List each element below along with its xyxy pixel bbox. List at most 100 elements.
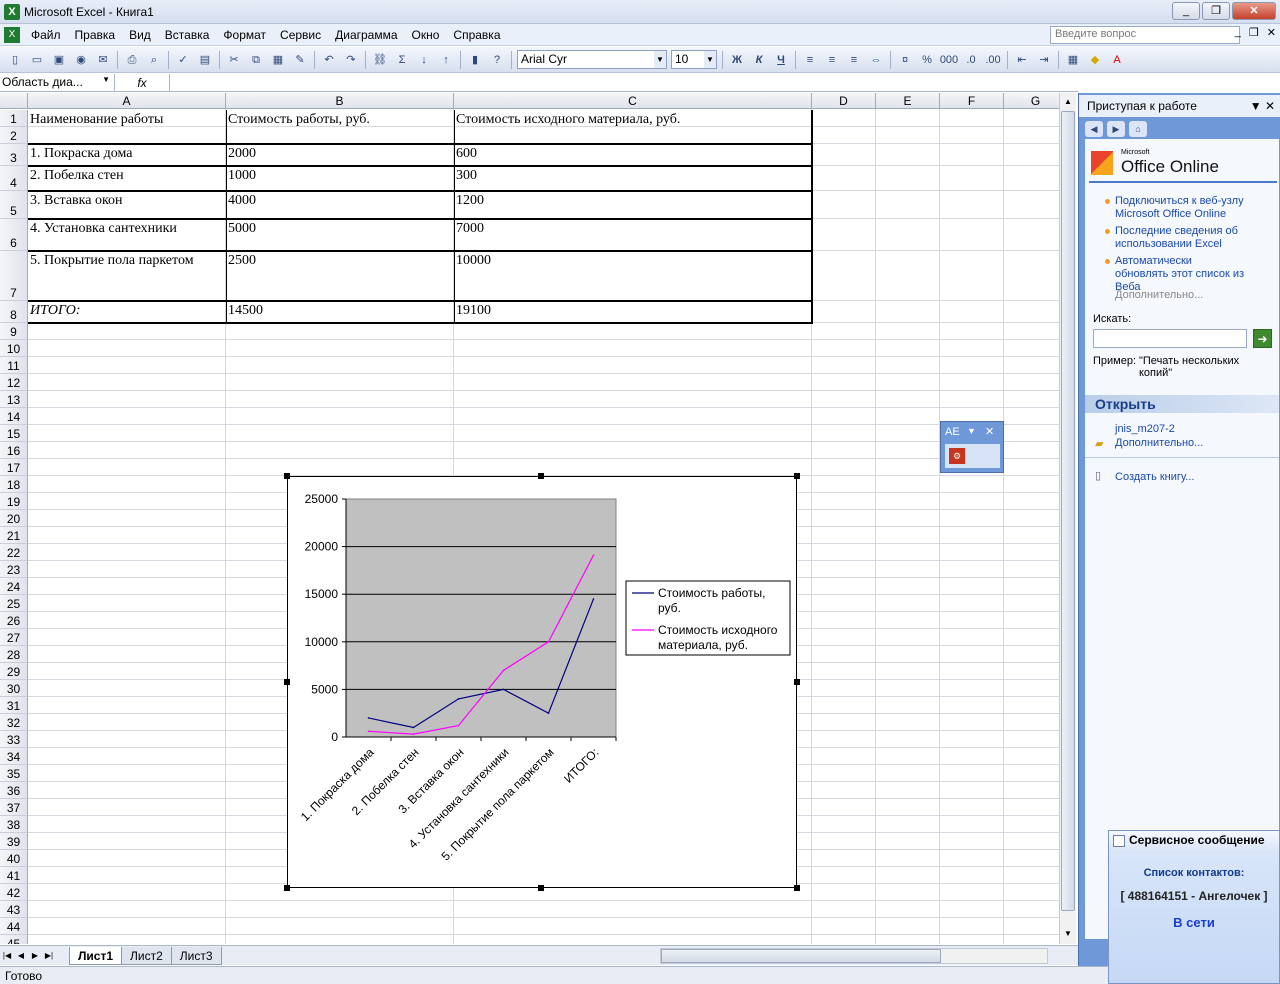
column-header-g[interactable]: G xyxy=(1004,93,1059,109)
scroll-thumb[interactable] xyxy=(1061,111,1075,911)
chart-resize-handle[interactable] xyxy=(794,473,800,479)
table-cell[interactable]: 4000 xyxy=(226,191,454,219)
help-icon[interactable]: ? xyxy=(487,50,507,70)
chevron-down-icon[interactable]: ▼ xyxy=(102,75,110,84)
row-header[interactable]: 14 xyxy=(0,408,28,425)
sort-asc-icon[interactable]: ↓ xyxy=(414,50,434,70)
row-header[interactable]: 45 xyxy=(0,935,28,944)
decrease-indent-icon[interactable]: ⇤ xyxy=(1012,50,1032,70)
menu-edit[interactable]: Правка xyxy=(68,25,123,45)
autosum-icon[interactable]: Σ xyxy=(392,50,412,70)
hscroll-thumb[interactable] xyxy=(661,949,941,963)
row-header[interactable]: 25 xyxy=(0,595,28,612)
chart-resize-handle[interactable] xyxy=(284,473,290,479)
row-header[interactable]: 2 xyxy=(0,127,28,144)
row-header[interactable]: 30 xyxy=(0,680,28,697)
menu-insert[interactable]: Вставка xyxy=(158,25,217,45)
menu-view[interactable]: Вид xyxy=(122,25,158,45)
table-cell[interactable]: 1200 xyxy=(454,191,812,219)
menu-chart[interactable]: Диаграмма xyxy=(328,25,404,45)
doc-restore-icon[interactable]: ❐ xyxy=(1249,26,1259,39)
row-header[interactable]: 35 xyxy=(0,765,28,782)
column-header-f[interactable]: F xyxy=(940,93,1004,109)
table-header-cell[interactable]: Стоимость работы, руб. xyxy=(226,110,454,128)
doc-close-icon[interactable]: ✕ xyxy=(1267,26,1276,39)
close-icon[interactable]: ✕ xyxy=(985,425,994,438)
vertical-scrollbar[interactable]: ▲ ▼ xyxy=(1059,93,1076,944)
decrease-decimal-icon[interactable]: .00 xyxy=(983,50,1003,70)
doc-minimize-icon[interactable]: _ xyxy=(1235,26,1241,39)
table-cell[interactable]: 3. Вставка окон xyxy=(28,191,226,219)
next-sheet-icon[interactable]: ▶ xyxy=(28,951,42,960)
row-header[interactable]: 1 xyxy=(0,110,28,127)
chart-resize-handle[interactable] xyxy=(284,885,290,891)
increase-decimal-icon[interactable]: .0 xyxy=(961,50,981,70)
align-left-icon[interactable]: ≡ xyxy=(800,50,820,70)
chevron-down-icon[interactable]: ▼ xyxy=(967,426,976,436)
close-icon[interactable]: ▼ ✕ xyxy=(1250,95,1275,117)
row-header[interactable]: 37 xyxy=(0,799,28,816)
row-header[interactable]: 16 xyxy=(0,442,28,459)
row-header[interactable]: 21 xyxy=(0,527,28,544)
row-header[interactable]: 3 xyxy=(0,144,28,166)
chevron-down-icon[interactable]: ▼ xyxy=(704,51,716,68)
new-icon[interactable]: ▯ xyxy=(5,50,25,70)
row-header[interactable]: 34 xyxy=(0,748,28,765)
table-header-cell[interactable]: Стоимость исходного материала, руб. xyxy=(454,110,812,128)
search-input[interactable] xyxy=(1093,329,1247,348)
row-header[interactable]: 15 xyxy=(0,425,28,442)
increase-indent-icon[interactable]: ⇥ xyxy=(1034,50,1054,70)
tool-icon[interactable]: ⚙ xyxy=(949,448,965,464)
floating-toolbar[interactable]: АЕ ▼ ✕ ⚙ xyxy=(940,421,1004,473)
row-header[interactable]: 31 xyxy=(0,697,28,714)
email-icon[interactable]: ✉ xyxy=(93,50,113,70)
sheet-tab-1[interactable]: Лист1 xyxy=(69,946,123,965)
chart-resize-handle[interactable] xyxy=(794,679,800,685)
chart-resize-handle[interactable] xyxy=(284,679,290,685)
column-header-e[interactable]: E xyxy=(876,93,940,109)
cut-icon[interactable]: ✂ xyxy=(224,50,244,70)
column-header-d[interactable]: D xyxy=(812,93,876,109)
font-color-icon[interactable]: A xyxy=(1107,50,1127,70)
preview-icon[interactable]: ⌕ xyxy=(144,50,164,70)
row-header[interactable]: 9 xyxy=(0,323,28,340)
row-header[interactable]: 43 xyxy=(0,901,28,918)
table-cell[interactable]: ИТОГО: xyxy=(28,301,226,323)
row-header[interactable]: 24 xyxy=(0,578,28,595)
row-header[interactable]: 4 xyxy=(0,166,28,191)
row-header[interactable]: 41 xyxy=(0,867,28,884)
last-sheet-icon[interactable]: ▶| xyxy=(42,951,56,960)
table-header-cell[interactable]: Наименование работы xyxy=(28,110,226,128)
row-header[interactable]: 32 xyxy=(0,714,28,731)
spelling-icon[interactable]: ✓ xyxy=(173,50,193,70)
menu-format[interactable]: Формат xyxy=(216,25,273,45)
chevron-down-icon[interactable]: ▼ xyxy=(654,51,666,68)
first-sheet-icon[interactable]: |◀ xyxy=(0,951,14,960)
menu-file[interactable]: Файл xyxy=(24,25,68,45)
column-header-b[interactable]: B xyxy=(226,93,454,109)
table-cell[interactable]: 10000 xyxy=(454,251,812,301)
table-cell[interactable]: 19100 xyxy=(454,301,812,323)
notification-popup[interactable]: Сервисное сообщение Список контактов: [ … xyxy=(1108,830,1280,984)
formula-input[interactable] xyxy=(169,74,1078,91)
fill-color-icon[interactable]: ◆ xyxy=(1085,50,1105,70)
align-center-icon[interactable]: ≡ xyxy=(822,50,842,70)
save-icon[interactable]: ▣ xyxy=(49,50,69,70)
font-size-combo[interactable]: 10 ▼ xyxy=(671,50,717,69)
row-header[interactable]: 27 xyxy=(0,629,28,646)
excel-app-icon[interactable]: X xyxy=(4,3,20,20)
table-cell[interactable]: 4. Установка сантехники xyxy=(28,219,226,251)
close-button[interactable]: ✕ xyxy=(1232,2,1276,20)
column-header-c[interactable]: C xyxy=(454,93,812,109)
row-header[interactable]: 40 xyxy=(0,850,28,867)
row-header[interactable]: 8 xyxy=(0,301,28,323)
row-header[interactable]: 20 xyxy=(0,510,28,527)
format-painter-icon[interactable]: ✎ xyxy=(290,50,310,70)
table-cell[interactable]: 2500 xyxy=(226,251,454,301)
percent-icon[interactable]: % xyxy=(917,50,937,70)
link-news[interactable]: Последние сведения об использовании Exce… xyxy=(1115,225,1245,251)
go-arrow-icon[interactable]: ➜ xyxy=(1253,329,1272,348)
fx-icon[interactable]: fx xyxy=(115,76,169,90)
maximize-button[interactable]: ❐ xyxy=(1202,2,1230,20)
redo-icon[interactable]: ↷ xyxy=(341,50,361,70)
